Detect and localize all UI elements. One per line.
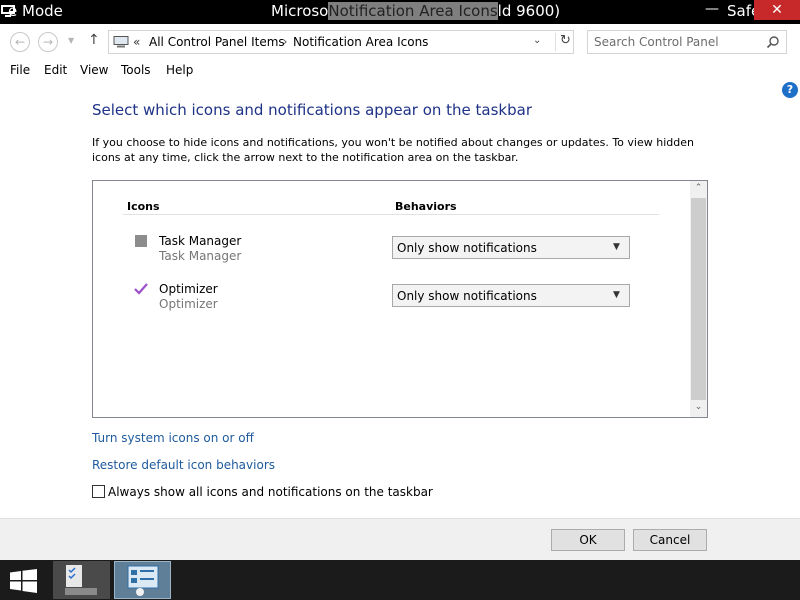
dialog-footer: OK Cancel bbox=[0, 518, 800, 560]
minimize-button[interactable]: — bbox=[700, 0, 724, 20]
up-button[interactable]: ↑ bbox=[88, 32, 100, 48]
always-show-checkbox[interactable] bbox=[92, 485, 105, 498]
control-panel-taskbar-icon bbox=[127, 565, 159, 596]
behavior-select-task-manager[interactable]: Only show notifications ▼ bbox=[392, 236, 630, 259]
menu-bar: File Edit View Tools Help bbox=[0, 58, 800, 82]
scroll-thumb[interactable] bbox=[691, 198, 706, 400]
behavior-select-value: Only show notifications bbox=[397, 241, 537, 255]
menu-file[interactable]: File bbox=[10, 63, 30, 77]
taskbar-task-manager[interactable] bbox=[53, 561, 110, 599]
scroll-up-button[interactable]: ⌃ bbox=[690, 183, 707, 197]
restore-defaults-link[interactable]: Restore default icon behaviors bbox=[92, 458, 275, 472]
computer-icon bbox=[113, 36, 129, 48]
vertical-scrollbar[interactable]: ⌃ ⌄ bbox=[690, 181, 707, 417]
page-title: Select which icons and notifications app… bbox=[92, 101, 532, 119]
breadcrumb-all-control-panel-items[interactable]: All Control Panel Items bbox=[149, 35, 285, 49]
breadcrumb-notification-area-icons[interactable]: Notification Area Icons bbox=[293, 35, 428, 49]
checkmark-icon bbox=[134, 283, 148, 295]
menu-tools[interactable]: Tools bbox=[121, 63, 151, 77]
turn-system-icons-link[interactable]: Turn system icons on or off bbox=[92, 431, 254, 445]
row-name-task-manager: Task Manager bbox=[159, 234, 242, 248]
help-icon[interactable]: ? bbox=[782, 82, 798, 98]
taskbar bbox=[0, 560, 800, 600]
chevron-down-icon: ▼ bbox=[613, 290, 620, 300]
window-title-highlight: Notification Area Icons bbox=[328, 2, 498, 20]
search-input[interactable] bbox=[594, 34, 762, 50]
row-subtitle-task-manager: Task Manager bbox=[159, 249, 242, 263]
close-button[interactable]: ✕ bbox=[754, 0, 800, 20]
task-manager-taskbar-icon bbox=[65, 565, 97, 595]
address-dropdown[interactable]: ⌄ bbox=[533, 35, 541, 46]
taskbar-control-panel[interactable] bbox=[114, 561, 171, 599]
breadcrumb-overflow[interactable]: « bbox=[133, 35, 140, 49]
safe-mode-label-left: e Mode bbox=[8, 2, 63, 20]
column-header-icons: Icons bbox=[127, 200, 160, 213]
address-bar[interactable]: « All Control Panel Items › Notification… bbox=[108, 30, 574, 54]
behavior-select-value: Only show notifications bbox=[397, 289, 537, 303]
menu-view[interactable]: View bbox=[80, 63, 108, 77]
row-subtitle-optimizer: Optimizer bbox=[159, 297, 218, 311]
title-bar: e Mode MicrosoNotification Area Iconsld … bbox=[0, 0, 800, 24]
menu-edit[interactable]: Edit bbox=[44, 63, 67, 77]
refresh-button[interactable]: ↻ bbox=[555, 33, 575, 51]
always-show-checkbox-label[interactable]: Always show all icons and notifications … bbox=[108, 485, 433, 499]
page-description: If you choose to hide icons and notifica… bbox=[92, 136, 694, 164]
back-button[interactable]: ← bbox=[10, 32, 30, 52]
task-manager-icon bbox=[135, 235, 147, 247]
search-icon[interactable] bbox=[766, 35, 780, 49]
header-divider bbox=[123, 214, 659, 215]
behavior-select-optimizer[interactable]: Only show notifications ▼ bbox=[392, 284, 630, 307]
chevron-down-icon: ▼ bbox=[613, 242, 620, 252]
forward-button[interactable]: → bbox=[38, 32, 58, 52]
menu-help[interactable]: Help bbox=[166, 63, 193, 77]
windows-start-icon[interactable] bbox=[10, 569, 37, 593]
window-title: MicrosoNotification Area Iconsld 9600) bbox=[271, 2, 561, 20]
notification-icons-list: Icons Behaviors Task Manager Task Manage… bbox=[92, 180, 708, 418]
row-name-optimizer: Optimizer bbox=[159, 282, 218, 296]
scroll-down-button[interactable]: ⌄ bbox=[690, 402, 707, 416]
recent-locations-dropdown[interactable]: ▼ bbox=[68, 36, 74, 45]
breadcrumb-separator[interactable]: › bbox=[283, 35, 287, 48]
navigation-bar: ← → ▼ ↑ « All Control Panel Items › Noti… bbox=[0, 24, 800, 58]
cancel-button[interactable]: Cancel bbox=[633, 529, 707, 551]
column-header-behaviors: Behaviors bbox=[395, 200, 457, 213]
search-box[interactable] bbox=[587, 30, 787, 54]
ok-button[interactable]: OK bbox=[551, 529, 625, 551]
